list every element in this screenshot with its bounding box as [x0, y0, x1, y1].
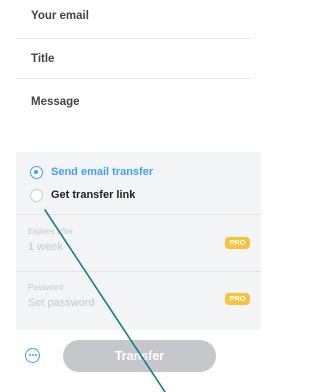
expire-setting[interactable]: Expires after 1 week PRO [28, 227, 253, 267]
email-field[interactable]: Your email [16, 0, 251, 39]
expire-caption: Expires after [28, 227, 73, 236]
email-placeholder: Your email [31, 10, 89, 22]
pro-badge: PRO [225, 293, 250, 305]
send-email-transfer-option[interactable]: Send email transfer [30, 165, 250, 181]
title-placeholder: Title [31, 53, 55, 65]
send-email-transfer-label: Send email transfer [51, 166, 154, 178]
password-caption: Password [28, 283, 64, 292]
title-field[interactable]: Title [16, 38, 251, 79]
transfer-options-panel: Send email transfer Get transfer link Ex… [16, 152, 261, 330]
divider [16, 271, 261, 272]
get-transfer-link-label: Get transfer link [51, 189, 136, 201]
radio-unselected-icon[interactable] [30, 189, 43, 202]
divider [16, 214, 261, 215]
expire-value: 1 week [28, 241, 63, 253]
get-transfer-link-option[interactable]: Get transfer link [30, 188, 250, 204]
message-field[interactable]: Message [16, 78, 251, 148]
message-placeholder: Message [31, 96, 80, 108]
more-dots-icon[interactable] [25, 348, 40, 363]
password-placeholder: Set password [28, 297, 95, 309]
pro-badge: PRO [225, 237, 250, 249]
transfer-button[interactable]: Transfer [63, 340, 216, 372]
password-setting[interactable]: Password Set password PRO [28, 283, 253, 323]
radio-selected-icon[interactable] [30, 166, 43, 179]
